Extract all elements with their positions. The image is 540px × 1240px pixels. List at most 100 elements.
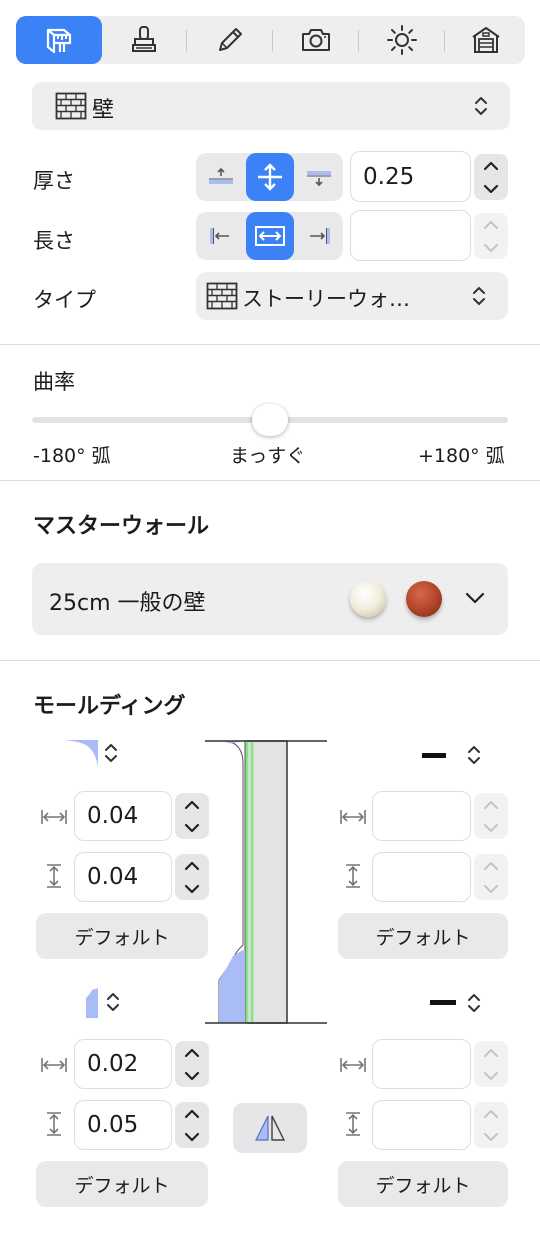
top-left-width-input[interactable]: 0.04	[74, 791, 172, 841]
camera-tool-tab[interactable]	[274, 16, 358, 64]
thickness-input[interactable]: 0.25	[350, 151, 471, 202]
bottom-left-width-input[interactable]: 0.02	[74, 1039, 172, 1089]
wall-type-select[interactable]: ストーリーウォ…	[196, 272, 508, 320]
top-right-profile-select[interactable]	[420, 742, 486, 770]
align-top-button[interactable]	[196, 153, 246, 201]
align-center-icon	[258, 163, 282, 191]
height-icon	[47, 864, 61, 888]
stamp-tool-icon	[132, 26, 156, 52]
chevron-updown-icon	[468, 994, 480, 1012]
align-right-button[interactable]	[294, 212, 343, 260]
pencil-tool-tab[interactable]	[188, 16, 272, 64]
chevron-up-icon[interactable]	[483, 219, 499, 231]
bottom-left-profile-select[interactable]	[84, 986, 128, 1020]
chevron-up-icon[interactable]	[184, 860, 200, 872]
chevron-down-icon[interactable]	[483, 183, 499, 195]
object-type-select[interactable]: 壁	[32, 82, 510, 130]
align-top-icon	[209, 167, 233, 184]
chevron-down-icon	[465, 592, 485, 604]
chevron-down-icon[interactable]	[483, 883, 499, 895]
height-icon	[346, 864, 360, 888]
length-alignment-control	[196, 212, 343, 260]
align-middle-button[interactable]	[246, 212, 294, 260]
mirror-button[interactable]	[233, 1103, 307, 1153]
top-right-height-stepper[interactable]	[474, 854, 508, 900]
curvature-slider-thumb[interactable]	[252, 404, 288, 436]
chevron-up-icon[interactable]	[483, 860, 499, 872]
bottom-right-width-input[interactable]	[372, 1039, 471, 1089]
length-stepper[interactable]	[474, 213, 508, 259]
chevron-down-icon[interactable]	[483, 1070, 499, 1082]
master-wall-select[interactable]: 25cm 一般の壁	[32, 563, 508, 635]
top-right-width-stepper[interactable]	[474, 793, 508, 839]
flat-profile-icon	[422, 753, 446, 758]
chevron-down-icon[interactable]	[483, 242, 499, 254]
top-right-height-input[interactable]	[372, 852, 471, 902]
top-left-height-value: 0.04	[87, 864, 139, 890]
bottom-left-width-stepper[interactable]	[175, 1041, 209, 1087]
chevron-up-icon[interactable]	[483, 799, 499, 811]
top-left-height-input[interactable]: 0.04	[74, 852, 172, 902]
base-profile-icon	[86, 988, 98, 1018]
top-left-height-stepper[interactable]	[175, 854, 209, 900]
bottom-left-height-stepper[interactable]	[175, 1102, 209, 1148]
align-bottom-button[interactable]	[294, 153, 343, 201]
length-input[interactable]	[350, 210, 471, 261]
height-icon	[346, 1112, 360, 1136]
chevron-up-icon[interactable]	[184, 799, 200, 811]
chevron-updown-icon	[475, 97, 487, 115]
top-left-width-value: 0.04	[87, 803, 139, 829]
curvature-mid-label: まっすぐ	[230, 445, 306, 467]
sun-tool-icon	[387, 25, 417, 55]
wall-type-value: ストーリーウォ…	[242, 287, 410, 311]
bottom-left-height-value: 0.05	[87, 1112, 139, 1138]
chevron-up-icon[interactable]	[483, 160, 499, 172]
thickness-alignment-control	[196, 153, 343, 201]
height-icon	[47, 1112, 61, 1136]
mirror-icon	[255, 1115, 286, 1141]
chevron-down-icon[interactable]	[184, 1070, 200, 1082]
divider	[0, 660, 540, 661]
align-right-icon	[309, 228, 330, 244]
sun-tool-tab[interactable]	[360, 16, 444, 64]
top-left-width-stepper[interactable]	[175, 793, 209, 839]
bottom-right-default-button[interactable]: デフォルト	[338, 1161, 508, 1207]
stamp-tool-tab[interactable]	[104, 16, 184, 64]
bottom-right-profile-select[interactable]	[430, 990, 486, 1018]
width-icon	[41, 1058, 67, 1072]
chevron-up-icon[interactable]	[483, 1047, 499, 1059]
bottom-right-height-stepper[interactable]	[474, 1102, 508, 1148]
align-middle-icon	[255, 226, 285, 246]
pencil-tool-icon	[219, 28, 242, 51]
chevron-down-icon[interactable]	[184, 822, 200, 834]
default-button-label: デフォルト	[74, 1174, 170, 1197]
chevron-up-icon[interactable]	[184, 1047, 200, 1059]
width-icon	[340, 810, 366, 824]
top-left-profile-select[interactable]	[64, 738, 128, 772]
chevron-updown-icon	[105, 744, 117, 762]
bottom-right-height-input[interactable]	[372, 1100, 471, 1150]
chevron-up-icon[interactable]	[483, 1108, 499, 1120]
thickness-value: 0.25	[363, 163, 415, 190]
wall-tool-icon	[46, 28, 72, 54]
chevron-down-icon[interactable]	[184, 1131, 200, 1143]
curvature-label: 曲率	[33, 370, 75, 394]
building-tool-tab[interactable]	[446, 16, 525, 64]
divider	[0, 480, 540, 481]
chevron-up-icon[interactable]	[184, 1108, 200, 1120]
bottom-left-default-button[interactable]: デフォルト	[36, 1161, 208, 1207]
align-left-button[interactable]	[196, 212, 246, 260]
align-center-button[interactable]	[246, 153, 294, 201]
top-left-default-button[interactable]: デフォルト	[36, 913, 208, 959]
wall-tool-tab[interactable]	[16, 16, 102, 64]
bottom-right-width-stepper[interactable]	[474, 1041, 508, 1087]
chevron-down-icon[interactable]	[483, 1131, 499, 1143]
chevron-down-icon[interactable]	[483, 822, 499, 834]
thickness-stepper[interactable]	[474, 154, 508, 200]
thickness-label: 厚さ	[33, 169, 75, 193]
top-right-default-button[interactable]: デフォルト	[338, 913, 508, 959]
top-right-width-input[interactable]	[372, 791, 471, 841]
bottom-left-height-input[interactable]: 0.05	[74, 1100, 172, 1150]
master-wall-value: 25cm 一般の壁	[49, 591, 206, 616]
chevron-down-icon[interactable]	[184, 883, 200, 895]
